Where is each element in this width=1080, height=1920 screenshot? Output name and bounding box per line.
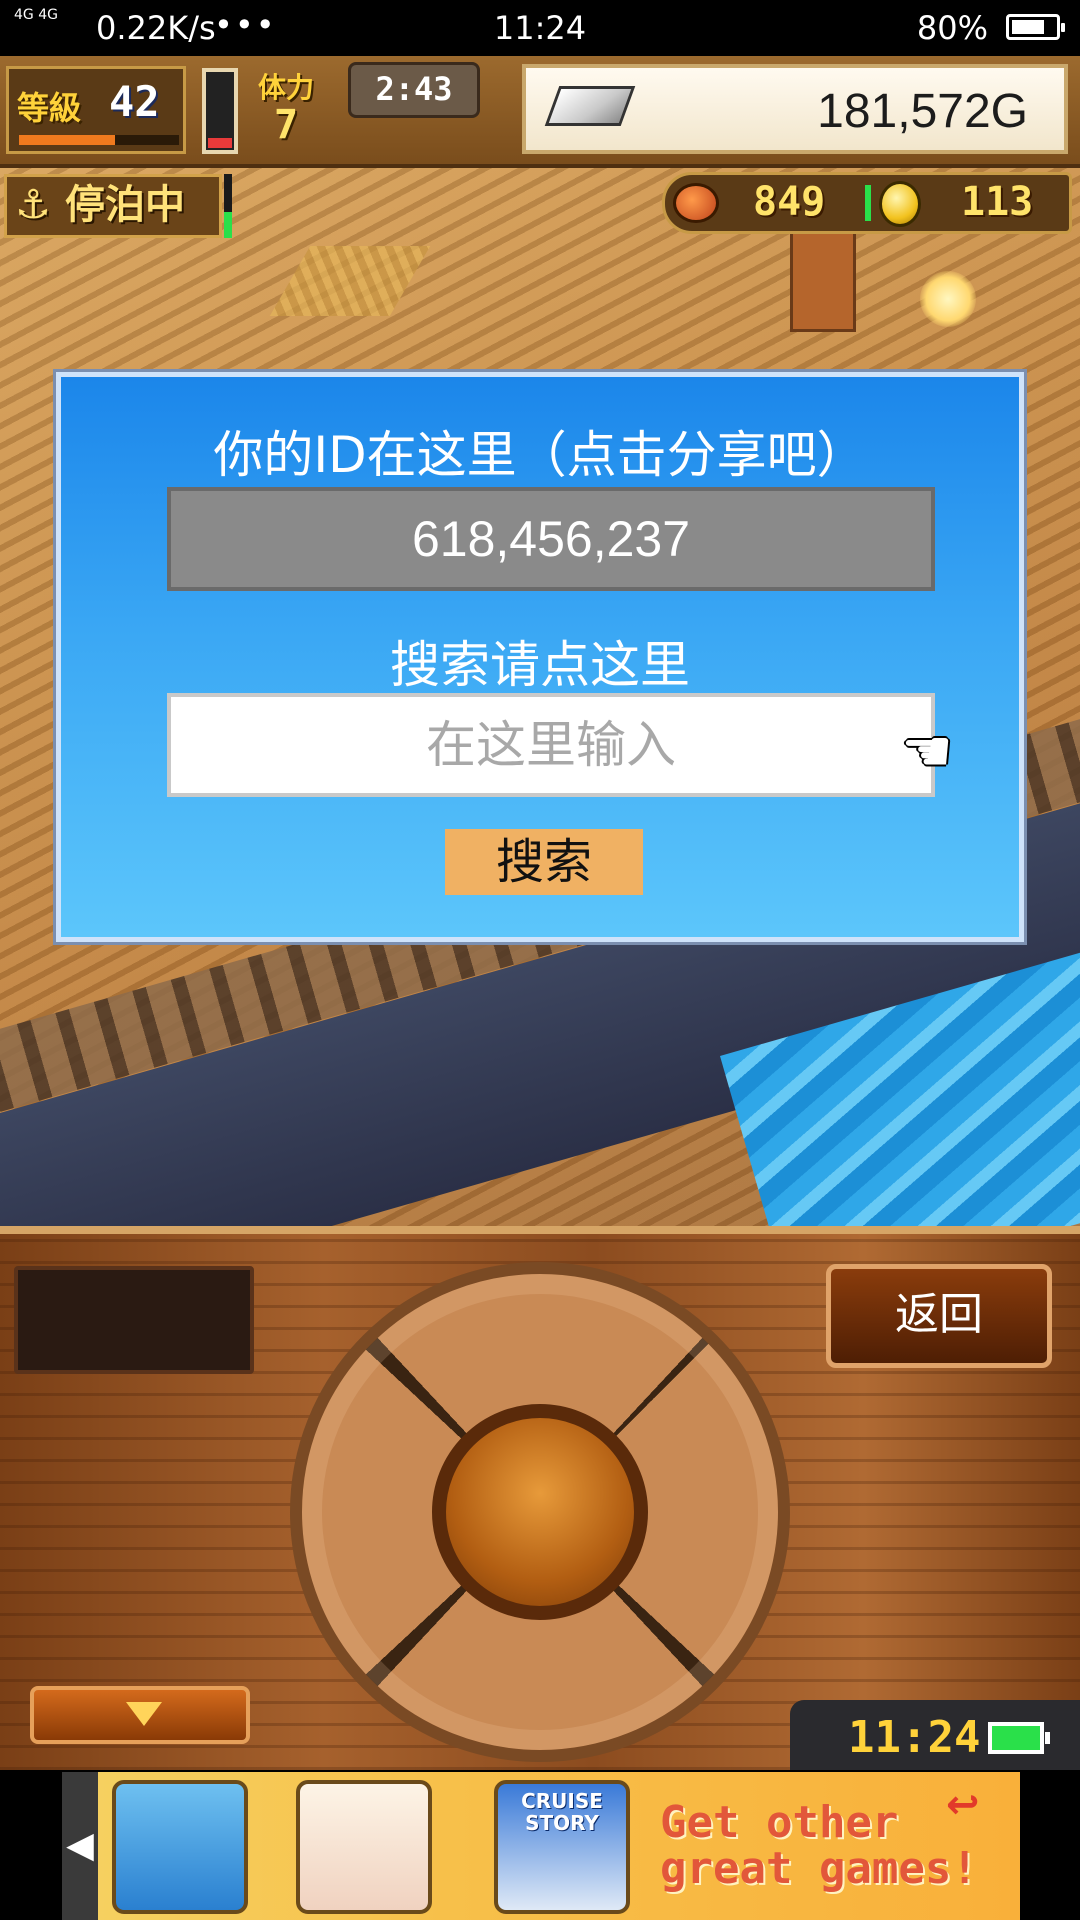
coin-icon (879, 181, 921, 227)
money-panel[interactable]: 181,572G (522, 64, 1068, 154)
stamina-label: 体力 (258, 71, 315, 104)
moored-status-label: 停泊中 (65, 182, 185, 228)
ad-return-icon[interactable]: ↩ (946, 1782, 980, 1828)
coin-value: 113 (961, 179, 1034, 225)
ad-copy-line2: great games! (660, 1843, 978, 1894)
game-clock-panel: 11:24 (790, 1700, 1080, 1778)
player-id-box[interactable]: 618,456,237 (167, 487, 935, 591)
money-value: 181,572G (817, 85, 1028, 138)
search-title: 搜索请点这里 (390, 636, 690, 694)
deck-lamp (920, 271, 976, 327)
game-clock: 11:24 (848, 1712, 981, 1763)
food-value: 849 (753, 179, 826, 225)
battery-icon (1006, 14, 1065, 40)
anchor-icon: ⚓ (15, 182, 51, 228)
game-battery-icon (988, 1722, 1050, 1754)
pointing-hand-icon: ☚ (901, 717, 953, 785)
moored-progress-bar (224, 174, 232, 238)
scroll-down-button[interactable] (30, 1686, 250, 1744)
ad-copy[interactable]: Get other great games! (660, 1800, 978, 1892)
deck-mat (269, 246, 431, 316)
status-bar: 4G 4G 0.22K/s ••• 11:24 80% (0, 0, 1080, 56)
ad-game-tile-cruise[interactable]: CRUISE STORY (494, 1780, 630, 1914)
ad-copy-line1: Get other (660, 1797, 899, 1848)
friend-search-dialog: 你的ID在这里（点击分享吧） 618,456,237 搜索请点这里 ☚ 搜索 (53, 369, 1027, 945)
silver-bar-icon (544, 86, 636, 126)
level-panel[interactable]: 等級 42 (6, 66, 186, 154)
resource-panel[interactable]: 849 113 (662, 172, 1072, 234)
level-progress-bar (19, 135, 179, 145)
battery-percent: 80% (916, 9, 988, 47)
stamina-value: 7 (274, 102, 299, 148)
cabin-door (790, 226, 856, 332)
moored-status[interactable]: ⚓ 停泊中 (4, 174, 222, 238)
ad-game-tile-rocket[interactable] (112, 1780, 248, 1914)
stamina-gauge (202, 68, 238, 154)
ad-banner[interactable]: ◀ CRUISE STORY Get other great games! ↩ (0, 1770, 1080, 1920)
search-input[interactable] (167, 693, 935, 797)
control-panel: 返回 11:24 (0, 1226, 1080, 1778)
ad-tile-caption: CRUISE STORY (521, 1789, 603, 1835)
chevron-down-icon (126, 1702, 162, 1726)
resource-divider (865, 185, 871, 221)
food-icon (673, 183, 719, 223)
back-button[interactable]: 返回 (826, 1264, 1052, 1368)
stamina-timer: 2:43 (348, 62, 480, 118)
ad-prev-arrow-icon[interactable]: ◀ (62, 1772, 98, 1920)
dpad-center-button[interactable] (432, 1404, 648, 1620)
search-button[interactable]: 搜索 (445, 829, 643, 895)
ad-game-tile-fashion[interactable] (296, 1780, 432, 1914)
hud-top-bar: 等級 42 体力 7 2:43 181,572G (0, 56, 1080, 168)
info-screen (14, 1266, 254, 1374)
level-label: 等級 (17, 89, 82, 127)
dialog-title: 你的ID在这里（点击分享吧） (213, 426, 867, 484)
level-value: 42 (109, 77, 160, 126)
ship-wheel-dpad[interactable] (290, 1262, 790, 1762)
